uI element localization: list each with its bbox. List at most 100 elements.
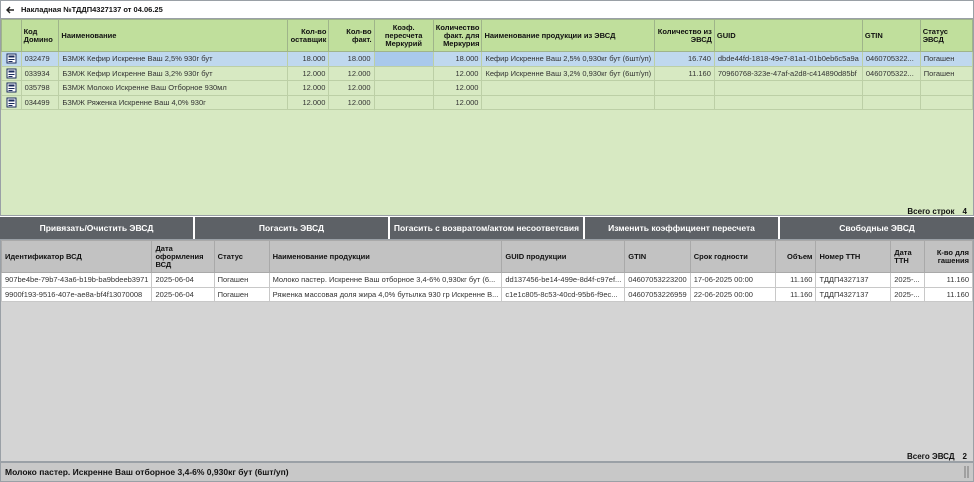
back-arrow-icon[interactable] bbox=[3, 3, 17, 17]
table-row[interactable]: 033934 БЗМЖ Кефир Искренне Ваш 3,2% 930г… bbox=[1, 65, 974, 81]
cell-status: Погашен bbox=[919, 51, 974, 67]
cell-name: БЗМЖ Кефир Искренне Ваш 3,2% 930г бут bbox=[58, 65, 289, 81]
cell-vsd-id: 9900f193-9516-407e-ae8a-bf4f13070008 bbox=[0, 286, 153, 302]
cell-gtin: 0460705322... bbox=[861, 51, 921, 67]
cell-volume: 11.160 bbox=[774, 272, 817, 288]
cell-ttn-date: 2025-... bbox=[890, 286, 926, 302]
table-row[interactable]: 9900f193-9516-407e-ae8a-bf4f13070008 202… bbox=[0, 286, 973, 302]
total-rows: Всего строк 4 bbox=[899, 207, 967, 216]
cell-gtin bbox=[861, 80, 921, 96]
cell-coef[interactable] bbox=[373, 94, 434, 110]
redeem-with-return-button[interactable]: Погасить с возвратом/актом несоответсвия bbox=[390, 217, 585, 239]
col-header-qty-fact[interactable]: Кол-во факт. bbox=[328, 19, 375, 52]
cell-product-name: Молоко пастер. Искренне Ваш отборное 3,4… bbox=[268, 272, 503, 288]
bind-evsd-button[interactable]: Привязать/Очистить ЭВСД bbox=[0, 217, 195, 239]
cell-volume: 11.160 bbox=[774, 286, 817, 302]
cell-ttn-date: 2025-... bbox=[890, 272, 926, 288]
col-header-vsd-id[interactable]: Идентификатор ВСД bbox=[0, 240, 153, 273]
col-header-ttn-date[interactable]: Дата ТТН bbox=[890, 240, 926, 273]
col-header-status[interactable]: Статус bbox=[213, 240, 270, 273]
change-coef-button[interactable]: Изменить коэффициент пересчета bbox=[585, 217, 780, 239]
cell-status: Погашен bbox=[213, 286, 270, 302]
cell-qty-fact: 12.000 bbox=[328, 80, 375, 96]
col-header-qty-supplier[interactable]: Кол-во оставщик bbox=[287, 19, 330, 52]
evsd-panel: Идентификатор ВСД Дата оформления ВСД Ст… bbox=[0, 239, 974, 462]
invoice-lines-table: Код Домино Наименование Кол-во оставщик … bbox=[1, 19, 974, 110]
cell-gtin bbox=[861, 94, 921, 110]
col-header-evsd-qty[interactable]: Количество из ЭВСД bbox=[654, 19, 715, 52]
cell-guid: 70960768-323e-47af-a2d8-c414890d85bf bbox=[713, 65, 863, 81]
status-bar-text: Молоко пастер. Искренне Ваш отборное 3,4… bbox=[5, 467, 289, 477]
cell-evsd-qty: 16.740 bbox=[654, 51, 715, 67]
cell-vsd-date: 2025-06-04 bbox=[151, 272, 215, 288]
table-row[interactable]: 034499 БЗМЖ Ряженка Искренне Ваш 4,0% 93… bbox=[1, 94, 974, 110]
col-header-product-name[interactable]: Наименование продукции bbox=[268, 240, 503, 273]
col-header-volume[interactable]: Объем bbox=[774, 240, 817, 273]
status-bar: Молоко пастер. Искренне Ваш отборное 3,4… bbox=[0, 462, 974, 482]
col-header-redeem-qty[interactable]: К-во для гашения bbox=[924, 240, 973, 273]
action-toolbar: Привязать/Очистить ЭВСД Погасить ЭВСД По… bbox=[0, 217, 974, 239]
cell-evsd-qty bbox=[654, 80, 715, 96]
table-header-row: Код Домино Наименование Кол-во оставщик … bbox=[1, 19, 974, 52]
cell-code: 035798 bbox=[20, 80, 60, 96]
table-row[interactable]: 907be4be-79b7-43a6-b19b-ba9bdeeb3971 202… bbox=[0, 272, 973, 288]
cell-qty-supplier: 18.000 bbox=[287, 51, 330, 67]
cell-expiry: 22-06-2025 00:00 bbox=[689, 286, 776, 302]
col-header-ttn-number[interactable]: Номер ТТН bbox=[815, 240, 892, 273]
document-icon[interactable] bbox=[1, 65, 22, 81]
document-icon[interactable] bbox=[1, 94, 22, 110]
col-header-code[interactable]: Код Домино bbox=[20, 19, 60, 52]
table-row[interactable]: 032479 БЗМЖ Кефир Искренне Ваш 2,5% 930г… bbox=[1, 51, 974, 67]
col-header-expiry[interactable]: Срок годности bbox=[689, 240, 776, 273]
cell-qty-fact: 12.000 bbox=[328, 94, 375, 110]
cell-status bbox=[919, 94, 974, 110]
window-title: Накладная №ТДДП4327137 от 04.06.25 bbox=[21, 5, 163, 14]
col-header-name[interactable]: Наименование bbox=[58, 19, 289, 52]
col-header-product-guid[interactable]: GUID продукции bbox=[501, 240, 626, 273]
cell-guid bbox=[713, 94, 863, 110]
col-header-vsd-date[interactable]: Дата оформления ВСД bbox=[151, 240, 215, 273]
col-header-gtin[interactable]: GTIN bbox=[861, 19, 921, 52]
cell-redeem-qty: 11.160 bbox=[924, 286, 973, 302]
col-header-guid[interactable]: GUID bbox=[713, 19, 863, 52]
col-header-qty-merc[interactable]: Количество факт. для Меркурия bbox=[432, 19, 483, 52]
free-evsd-button[interactable]: Свободные ЭВСД bbox=[780, 217, 974, 239]
col-header-gtin[interactable]: GTIN bbox=[624, 240, 691, 273]
cell-name: БЗМЖ Молоко Искренне Ваш Отборное 930мл bbox=[58, 80, 289, 96]
cell-qty-supplier: 12.000 bbox=[287, 65, 330, 81]
cell-evsd-qty bbox=[654, 94, 715, 110]
cell-ttn-number: ТДДП4327137 bbox=[815, 272, 892, 288]
col-header-coef[interactable]: Коэф. пересчета Меркурий bbox=[373, 19, 434, 52]
cell-coef[interactable] bbox=[373, 65, 434, 81]
cell-status: Погашен bbox=[919, 65, 974, 81]
total-rows-value: 4 bbox=[962, 207, 967, 216]
col-header-status[interactable]: Статус ЭВСД bbox=[919, 19, 974, 52]
resize-grip-icon[interactable] bbox=[963, 465, 971, 479]
cell-redeem-qty: 11.160 bbox=[924, 272, 973, 288]
cell-qty-merc: 12.000 bbox=[432, 65, 483, 81]
document-icon[interactable] bbox=[1, 51, 22, 67]
cell-qty-merc: 12.000 bbox=[432, 80, 483, 96]
invoice-lines-panel: Код Домино Наименование Кол-во оставщик … bbox=[0, 18, 974, 216]
window-titlebar: Накладная №ТДДП4327137 от 04.06.25 bbox=[0, 0, 974, 18]
cell-gtin: 04607053223200 bbox=[624, 272, 691, 288]
evsd-table: Идентификатор ВСД Дата оформления ВСД Ст… bbox=[0, 240, 973, 302]
redeem-evsd-button[interactable]: Погасить ЭВСД bbox=[195, 217, 390, 239]
total-evsd-value: 2 bbox=[962, 452, 967, 461]
cell-code: 032479 bbox=[20, 51, 60, 67]
cell-code: 033934 bbox=[20, 65, 60, 81]
cell-product-guid: dd137456-be14-499e-8d4f-c97ef... bbox=[501, 272, 626, 288]
cell-evsd-qty: 11.160 bbox=[654, 65, 715, 81]
cell-product-guid: c1e1c805-8c53-40cd-95b6-f9ec... bbox=[501, 286, 626, 302]
cell-evsd-name bbox=[481, 80, 656, 96]
cell-coef[interactable] bbox=[373, 80, 434, 96]
cell-coef[interactable] bbox=[373, 51, 434, 67]
cell-evsd-name: Кефир Искренне Ваш 2,5% 0,930кг бут (6шт… bbox=[481, 51, 656, 67]
cell-gtin: 0460705322... bbox=[861, 65, 921, 81]
cell-vsd-id: 907be4be-79b7-43a6-b19b-ba9bdeeb3971 bbox=[0, 272, 153, 288]
document-icon[interactable] bbox=[1, 80, 22, 96]
col-header-evsd-name[interactable]: Наименование продукции из ЭВСД bbox=[481, 19, 656, 52]
table-header-row: Идентификатор ВСД Дата оформления ВСД Ст… bbox=[0, 240, 973, 273]
cell-evsd-name bbox=[481, 94, 656, 110]
table-row[interactable]: 035798 БЗМЖ Молоко Искренне Ваш Отборное… bbox=[1, 80, 974, 96]
